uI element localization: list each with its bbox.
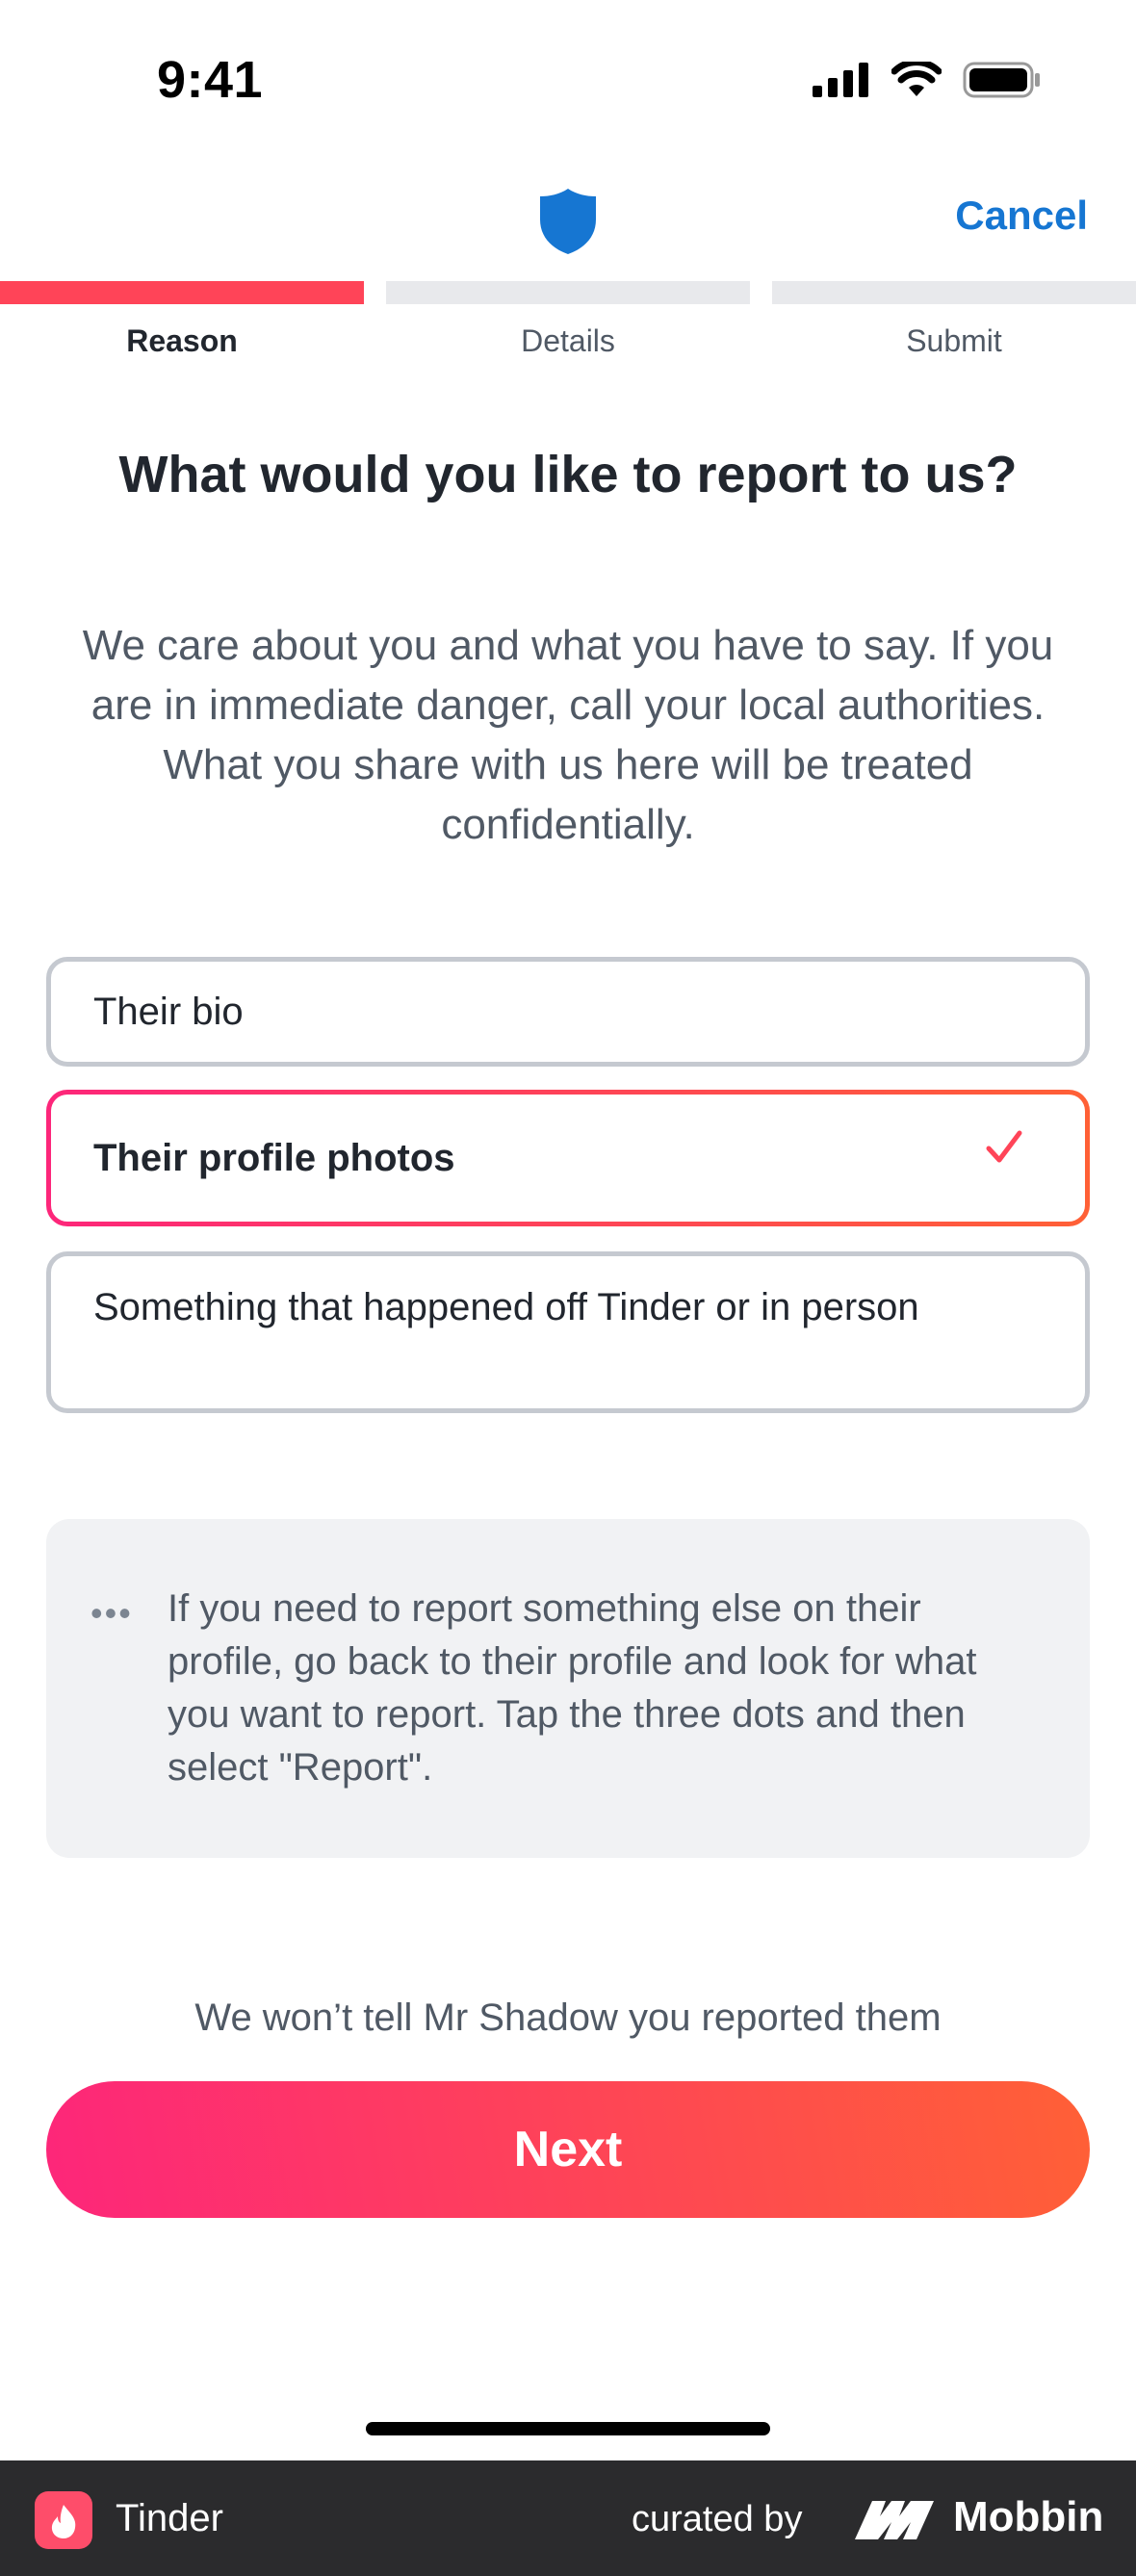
cellular-signal-icon bbox=[813, 63, 868, 97]
footer-app-name: Tinder bbox=[116, 2497, 223, 2539]
tinder-logo-icon bbox=[35, 2491, 92, 2549]
cancel-button[interactable]: Cancel bbox=[955, 193, 1088, 239]
home-indicator bbox=[366, 2422, 770, 2435]
step-label-details: Details bbox=[521, 323, 615, 358]
footer-curated-by: curated by bbox=[632, 2499, 803, 2539]
page-title: What would you like to report to us? bbox=[118, 446, 1018, 503]
option-label: Their profile photos bbox=[93, 1137, 455, 1179]
option-label: Their bio bbox=[93, 991, 244, 1033]
option-off-tinder[interactable]: Something that happened off Tinder or in… bbox=[46, 1251, 1090, 1413]
option-label: Something that happened off Tinder or in… bbox=[93, 1286, 919, 1328]
progress-segment-details bbox=[386, 281, 750, 304]
option-their-profile-photos[interactable]: Their profile photos bbox=[46, 1090, 1090, 1226]
status-bar: 9:41 bbox=[0, 0, 1136, 164]
footer-brand: Mobbin bbox=[953, 2493, 1104, 2540]
nav-header: Cancel bbox=[0, 164, 1136, 279]
status-icons bbox=[813, 62, 1042, 98]
info-text: If you need to report something else on … bbox=[168, 1587, 977, 1789]
page-description: We care about you and what you have to s… bbox=[82, 622, 1054, 848]
step-label-submit: Submit bbox=[906, 323, 1002, 358]
step-label-reason: Reason bbox=[126, 323, 238, 358]
wifi-icon bbox=[891, 62, 942, 96]
mobbin-logo-icon bbox=[855, 2501, 934, 2539]
info-box: ••• If you need to report something else… bbox=[46, 1519, 1090, 1858]
checkmark-icon bbox=[986, 1130, 1022, 1163]
progress-stepper bbox=[0, 281, 1136, 304]
more-dots-icon: ••• bbox=[90, 1593, 133, 1633]
progress-segment-reason bbox=[0, 281, 364, 304]
status-time: 9:41 bbox=[157, 51, 264, 109]
battery-icon bbox=[963, 62, 1040, 98]
next-button[interactable]: Next bbox=[46, 2081, 1090, 2218]
option-their-bio[interactable]: Their bio bbox=[46, 957, 1090, 1067]
shield-icon bbox=[540, 189, 596, 254]
progress-segment-submit bbox=[772, 281, 1136, 304]
footer-bar: Tinder curated by Mobbin bbox=[0, 2460, 1136, 2576]
anonymity-notice: We won’t tell Mr Shadow you reported the… bbox=[194, 1996, 942, 2039]
